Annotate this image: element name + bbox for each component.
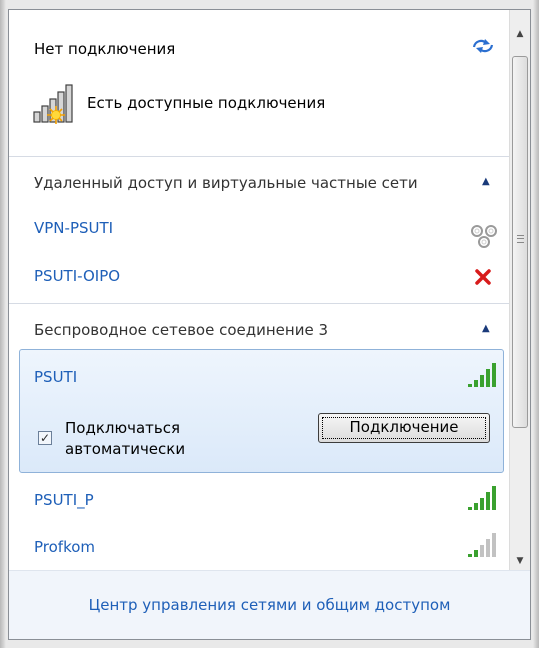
scroll-down-icon[interactable]: ▼ xyxy=(510,551,530,571)
footer: Центр управления сетями и общим доступом xyxy=(9,570,530,639)
psuti-network-name[interactable]: PSUTI xyxy=(34,368,77,386)
signal-strength-icon xyxy=(468,533,496,557)
refresh-icon[interactable] xyxy=(471,36,495,56)
divider xyxy=(9,303,510,304)
vpn-link-icon xyxy=(471,225,497,248)
signal-strength-icon xyxy=(468,363,496,387)
scrollbar-grip xyxy=(517,235,524,243)
connection-list: Нет подключения Есть доступные подключен… xyxy=(9,10,510,570)
chevron-up-icon[interactable]: ▲ xyxy=(482,176,490,187)
network-flyout: Нет подключения Есть доступные подключен… xyxy=(8,9,531,640)
connect-button[interactable]: Подключение xyxy=(318,413,490,443)
available-connections-text: Есть доступные подключения xyxy=(87,94,326,112)
network-center-link[interactable]: Центр управления сетями и общим доступом xyxy=(9,596,530,614)
psuti-p-network-item[interactable]: PSUTI_P xyxy=(34,491,94,509)
signal-strength-icon xyxy=(468,486,496,510)
red-x-icon xyxy=(475,269,491,285)
window-frame: Нет подключения Есть доступные подключен… xyxy=(0,0,539,648)
focus-rect xyxy=(322,417,486,439)
chevron-up-icon[interactable]: ▲ xyxy=(482,323,490,334)
psuti-oipo-item[interactable]: PSUTI-OIPO xyxy=(34,267,120,285)
scroll-up-icon[interactable]: ▲ xyxy=(510,24,530,44)
scrollbar-thumb[interactable] xyxy=(512,56,528,428)
profkom-network-item[interactable]: Profkom xyxy=(34,538,95,556)
vertical-scrollbar[interactable]: ▲ ▼ xyxy=(509,10,530,570)
wireless-section-header[interactable]: Беспроводное сетевое соединение 3 xyxy=(34,321,328,339)
auto-connect-checkbox[interactable]: ✓ xyxy=(38,431,52,445)
auto-connect-label: Подключаться автоматически xyxy=(65,419,186,458)
network-available-icon xyxy=(33,84,73,124)
vpn-psuti-item[interactable]: VPN-PSUTI xyxy=(34,219,113,237)
status-title: Нет подключения xyxy=(34,40,176,58)
divider xyxy=(9,156,510,157)
vpn-section-header[interactable]: Удаленный доступ и виртуальные частные с… xyxy=(34,174,418,192)
